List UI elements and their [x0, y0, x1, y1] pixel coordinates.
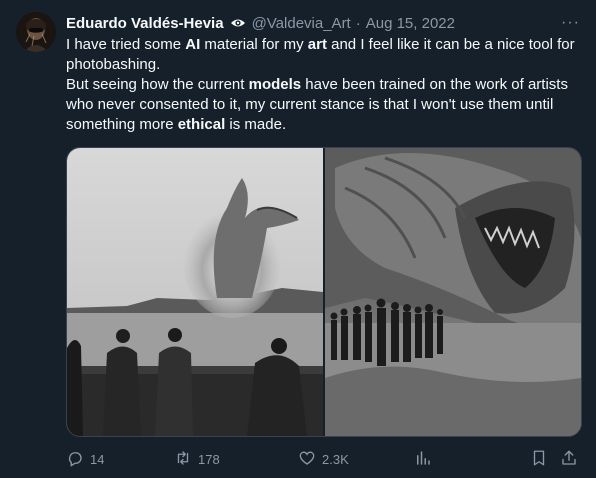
separator-dot: ·	[355, 14, 361, 32]
photo-sea-monster-spectators[interactable]	[67, 148, 325, 436]
text-bold: models	[248, 76, 302, 93]
tweet-paragraph-2: But seeing how the current models have b…	[66, 75, 581, 135]
retweet-count: 178	[198, 451, 220, 467]
text-segment: But seeing how the current	[66, 76, 249, 93]
share-icon	[560, 449, 578, 470]
media-grid[interactable]	[66, 147, 582, 437]
text-bold: art	[307, 36, 327, 53]
like-button[interactable]: 2.3K	[298, 448, 349, 470]
like-count: 2.3K	[322, 451, 349, 467]
more-options-icon[interactable]: ···	[561, 14, 580, 32]
text-bold: AI	[185, 36, 201, 53]
bookmark-icon	[530, 449, 548, 470]
tweet-header: Eduardo Valdés-Hevia @Valdevia_Art · Aug…	[66, 12, 580, 34]
author-handle[interactable]: @Valdevia_Art	[252, 15, 351, 32]
tweet-date[interactable]: Aug 15, 2022	[366, 15, 455, 32]
tweet-text: I have tried some AI material for my art…	[66, 35, 581, 135]
heart-icon	[298, 449, 322, 470]
text-segment: material for my	[200, 36, 308, 53]
text-segment: is made.	[225, 116, 287, 133]
share-button[interactable]	[560, 448, 578, 470]
text-bold: ethical	[177, 116, 226, 133]
analytics-icon	[414, 449, 432, 470]
retweet-button[interactable]: 178	[174, 448, 220, 470]
views-button[interactable]	[414, 448, 432, 470]
tweet-paragraph-1: I have tried some AI material for my art…	[66, 35, 581, 75]
avatar[interactable]	[16, 12, 56, 52]
reply-button[interactable]: 14	[66, 448, 104, 470]
author-name[interactable]: Eduardo Valdés-Hevia	[66, 15, 224, 32]
retweet-icon	[174, 449, 198, 470]
reply-count: 14	[90, 451, 105, 467]
eye-icon	[230, 17, 246, 29]
text-segment: I have tried some	[66, 36, 186, 53]
reply-icon	[66, 449, 90, 470]
bookmark-button[interactable]	[530, 448, 548, 470]
photo-giant-creature-crowd[interactable]	[325, 148, 581, 436]
action-bar: 14 178 2.3K	[66, 448, 581, 470]
